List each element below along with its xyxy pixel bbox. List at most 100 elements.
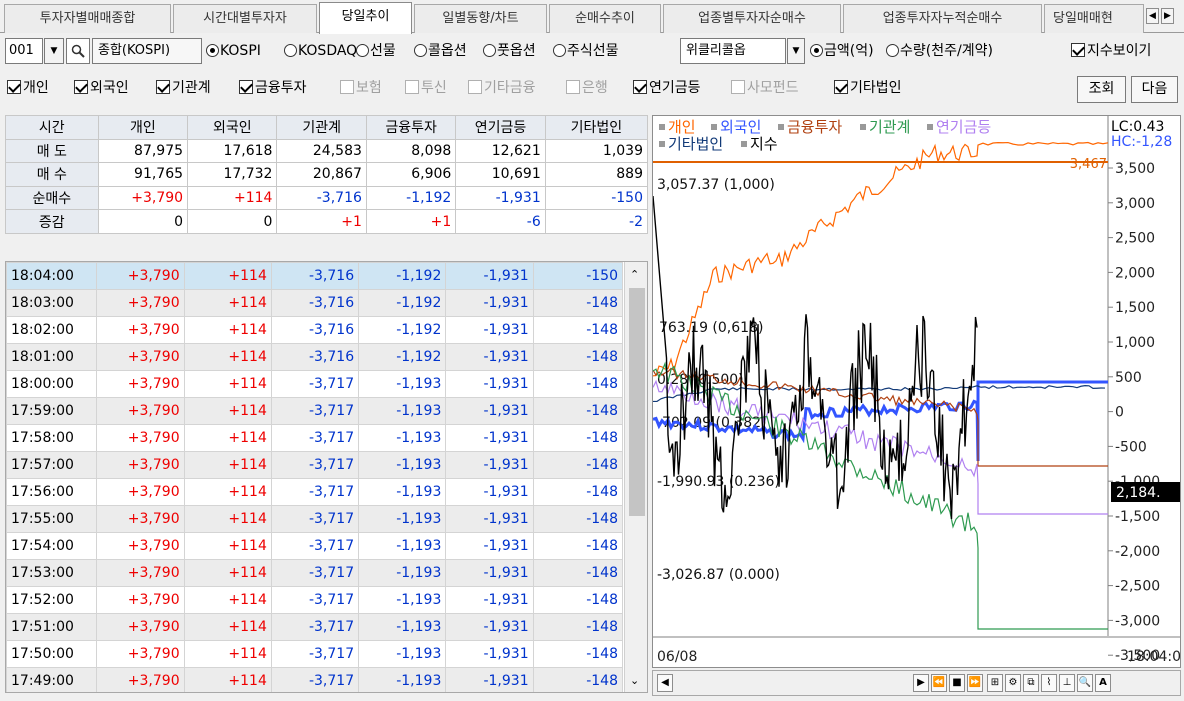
chart-scroll-left-icon[interactable]: ◀ bbox=[657, 674, 673, 692]
row-value: -3,717 bbox=[270, 397, 360, 425]
row-value: -148 bbox=[532, 370, 624, 398]
list-row[interactable]: 18:00:00 +3,790 +114 -3,717 -1,193 -1,931 -148 bbox=[6, 370, 624, 398]
radio-quantity[interactable]: 수량(천주/계약) bbox=[886, 41, 993, 61]
summary-cell: 17,618 bbox=[187, 138, 278, 164]
list-row[interactable]: 17:59:00 +3,790 +114 -3,717 -1,193 -1,931 -148 bbox=[6, 397, 624, 425]
chart-scrollbar[interactable]: ◀ ▶ ⏪ ■ ⏩ ⊞ ⚙ ⧉ ⌇ ⊥ 🔍 A bbox=[652, 670, 1181, 696]
list-scrollbar[interactable]: ⌃ ⌄ bbox=[624, 262, 647, 692]
check-bank[interactable]: 은행 bbox=[566, 78, 608, 98]
tab-scroll-left-icon[interactable]: ◀ bbox=[1146, 8, 1159, 24]
chart-line-icon[interactable]: ⌇ bbox=[1041, 674, 1057, 692]
tab-investor-summary[interactable]: 투자자별매매종합 bbox=[4, 4, 171, 33]
search-icon[interactable] bbox=[66, 38, 90, 64]
row-value: +114 bbox=[183, 343, 272, 371]
radio-kosdaq[interactable]: KOSDAQ bbox=[284, 41, 357, 61]
check-institution[interactable]: 기관계 bbox=[156, 78, 211, 98]
summary-cell: +3,790 bbox=[97, 185, 189, 211]
list-row[interactable]: 17:56:00 +3,790 +114 -3,717 -1,193 -1,931 -148 bbox=[6, 478, 624, 506]
row-value: -1,931 bbox=[445, 532, 534, 560]
chart-window-icon[interactable]: ⧉ bbox=[1023, 674, 1039, 692]
list-row[interactable]: 18:04:00 +3,790 +114 -3,716 -1,192 -1,931 -150 bbox=[6, 262, 624, 290]
summary-cell: -1,192 bbox=[365, 185, 457, 211]
check-pension[interactable]: 연기금등 bbox=[633, 78, 701, 98]
code-input[interactable]: 001 bbox=[5, 38, 43, 64]
scroll-thumb[interactable] bbox=[629, 288, 645, 516]
list-row[interactable]: 17:55:00 +3,790 +114 -3,717 -1,193 -1,931 -148 bbox=[6, 505, 624, 533]
list-row[interactable]: 17:53:00 +3,790 +114 -3,717 -1,193 -1,931 -148 bbox=[6, 559, 624, 587]
chart-forward-icon[interactable]: ⏩ bbox=[967, 674, 983, 692]
radio-amount[interactable]: 금액(억) bbox=[810, 41, 874, 61]
row-value: -1,193 bbox=[358, 478, 447, 506]
chart-draw-icon[interactable]: ⊥ bbox=[1059, 674, 1075, 692]
legend-item: 금융투자 bbox=[787, 118, 842, 136]
list-row[interactable]: 17:57:00 +3,790 +114 -3,717 -1,193 -1,931 -148 bbox=[6, 451, 624, 479]
summary-cell: -1,931 bbox=[455, 185, 546, 211]
tab-daily-trend[interactable]: 당일추이 bbox=[319, 2, 412, 34]
weekly-option-select[interactable]: 위클리콜옵 bbox=[680, 38, 786, 64]
row-value: -3,717 bbox=[270, 559, 360, 587]
radio-kospi[interactable]: KOSPI bbox=[206, 41, 261, 61]
summary-header: 시간 bbox=[5, 115, 99, 140]
weekly-dropdown-icon[interactable]: ▼ bbox=[787, 38, 805, 64]
legend-swatch bbox=[927, 124, 933, 130]
show-index-checkbox[interactable]: 지수보이기 bbox=[1071, 41, 1151, 61]
trend-chart[interactable]: 3,500 3,000 2,500 2,000 1,500 1,000 500 0 -500 -1… bbox=[652, 115, 1181, 668]
list-row[interactable]: 17:49:00 +3,790 +114 -3,717 -1,193 -1,931 -148 bbox=[6, 667, 624, 692]
time-list[interactable]: 18:04:00 +3,790 +114 -3,716 -1,192 -1,931 -150… bbox=[5, 261, 648, 693]
list-row[interactable]: 18:03:00 +3,790 +114 -3,716 -1,192 -1,931 -148 bbox=[6, 289, 624, 317]
code-dropdown-icon[interactable]: ▼ bbox=[44, 38, 64, 64]
query-button[interactable]: 조회 bbox=[1077, 76, 1126, 103]
list-row[interactable]: 17:51:00 +3,790 +114 -3,717 -1,193 -1,931 -148 bbox=[6, 613, 624, 641]
list-row[interactable]: 17:58:00 +3,790 +114 -3,717 -1,193 -1,931 -148 bbox=[6, 424, 624, 452]
list-row[interactable]: 17:50:00 +3,790 +114 -3,717 -1,193 -1,931 -148 bbox=[6, 640, 624, 668]
check-individual[interactable]: 개인 bbox=[7, 78, 49, 98]
check-other-corp[interactable]: 기타법인 bbox=[834, 78, 902, 98]
radio-futures[interactable]: 선물 bbox=[356, 41, 396, 61]
list-row[interactable]: 17:54:00 +3,790 +114 -3,717 -1,193 -1,931 -148 bbox=[6, 532, 624, 560]
next-button[interactable]: 다음 bbox=[1131, 76, 1178, 103]
check-private-fund[interactable]: 사모펀드 bbox=[731, 78, 799, 98]
tab-daily-chart[interactable]: 일별동향/차트 bbox=[414, 4, 547, 33]
row-value: +3,790 bbox=[96, 343, 185, 371]
row-time: 17:58:00 bbox=[6, 424, 98, 452]
chart-stop-icon[interactable]: ■ bbox=[949, 674, 965, 692]
chart-layout-icon[interactable]: ⊞ bbox=[987, 674, 1003, 692]
scroll-down-icon[interactable]: ⌄ bbox=[630, 674, 639, 687]
check-financial[interactable]: 금융투자 bbox=[239, 78, 307, 98]
chart-text-icon[interactable]: A bbox=[1095, 674, 1111, 692]
row-value: +3,790 bbox=[96, 505, 185, 533]
tab-sector-netbuy[interactable]: 업종별투자자순매수 bbox=[663, 4, 841, 33]
row-value: -148 bbox=[532, 559, 624, 587]
radio-label: KOSPI bbox=[220, 43, 261, 59]
row-value: -1,193 bbox=[358, 667, 447, 692]
scroll-up-icon[interactable]: ⌃ bbox=[630, 268, 639, 281]
chart-settings-icon[interactable]: ⚙ bbox=[1005, 674, 1021, 692]
radio-put[interactable]: 풋옵션 bbox=[483, 41, 536, 61]
radio-stock-futures[interactable]: 주식선물 bbox=[553, 41, 619, 61]
check-foreign[interactable]: 외국인 bbox=[74, 78, 129, 98]
list-row[interactable]: 18:01:00 +3,790 +114 -3,716 -1,192 -1,931 -148 bbox=[6, 343, 624, 371]
row-value: -3,717 bbox=[270, 451, 360, 479]
row-value: +3,790 bbox=[96, 262, 185, 290]
tab-net-buy[interactable]: 순매수추이 bbox=[549, 4, 661, 33]
chart-rewind-icon[interactable]: ⏪ bbox=[931, 674, 947, 692]
radio-call[interactable]: 콜옵션 bbox=[414, 41, 467, 61]
tab-sector-cumulative[interactable]: 업종투자자누적순매수 bbox=[843, 4, 1042, 33]
row-value: -3,717 bbox=[270, 640, 360, 668]
list-row[interactable]: 17:52:00 +3,790 +114 -3,717 -1,193 -1,931 -148 bbox=[6, 586, 624, 614]
row-value: -1,931 bbox=[445, 559, 534, 587]
chart-end-icon[interactable]: ▶ bbox=[913, 674, 929, 692]
tab-daily-trading[interactable]: 당일매매현 bbox=[1044, 4, 1144, 33]
summary-label: 순매수 bbox=[5, 185, 99, 211]
tab-time-investor[interactable]: 시간대별투자자 bbox=[173, 4, 317, 33]
chart-zoom-icon[interactable]: 🔍 bbox=[1077, 674, 1093, 692]
row-time: 18:04:00 bbox=[6, 262, 98, 290]
check-trust[interactable]: 투신 bbox=[405, 78, 447, 98]
legend-swatch bbox=[860, 124, 866, 130]
tab-scroll-right-icon[interactable]: ▶ bbox=[1161, 8, 1174, 24]
row-value: +114 bbox=[183, 640, 272, 668]
check-insurance[interactable]: 보험 bbox=[340, 78, 382, 98]
check-other-finance[interactable]: 기타금융 bbox=[468, 78, 536, 98]
list-row[interactable]: 18:02:00 +3,790 +114 -3,716 -1,192 -1,931 -148 bbox=[6, 316, 624, 344]
y-tick-label: -2,000 bbox=[1115, 544, 1160, 560]
